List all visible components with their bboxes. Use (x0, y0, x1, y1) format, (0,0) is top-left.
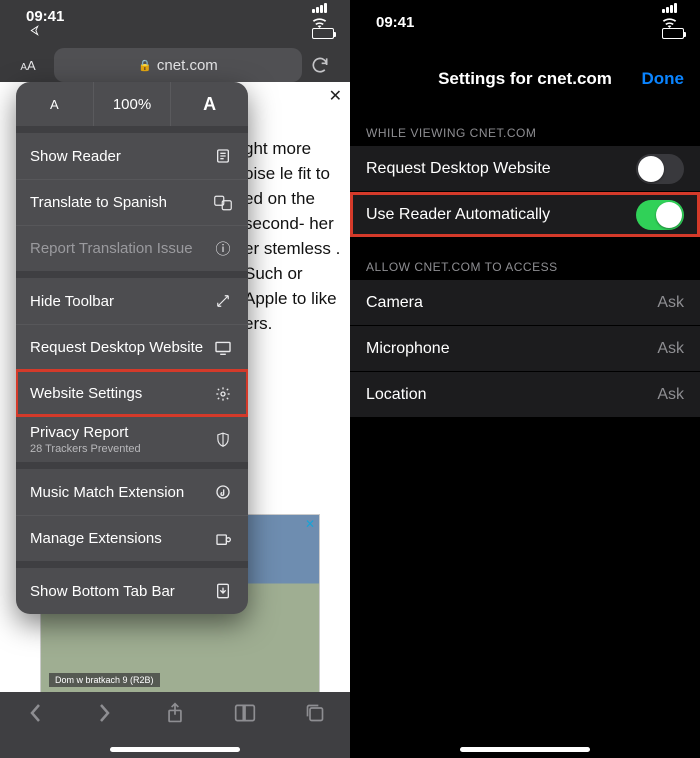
row-request-desktop[interactable]: Request Desktop Website (350, 146, 700, 192)
row-camera[interactable]: Camera Ask (350, 280, 700, 326)
ad-caption: Dom w bratkach 9 (R2B) (49, 673, 160, 687)
desktop-icon (212, 337, 234, 359)
status-bar: 09:41 (350, 0, 700, 44)
menu-request-desktop[interactable]: Request Desktop Website (16, 324, 248, 370)
battery-icon (662, 28, 684, 39)
gear-icon (212, 383, 234, 405)
row-label: Use Reader Automatically (366, 206, 550, 224)
translate-icon (212, 192, 234, 214)
wifi-icon (662, 17, 677, 28)
expand-icon (212, 290, 234, 312)
lock-icon: 🔒 (138, 59, 152, 72)
row-label: Camera (366, 294, 423, 312)
info-icon: ⓘ (212, 238, 234, 260)
settings-title: Settings for cnet.com (438, 69, 612, 89)
cellular-icon (312, 3, 327, 13)
row-use-reader-auto[interactable]: Use Reader Automatically (350, 192, 700, 238)
row-location[interactable]: Location Ask (350, 372, 700, 418)
menu-manage-extensions[interactable]: Manage Extensions (16, 515, 248, 561)
menu-privacy-report[interactable]: Privacy Report 28 Trackers Prevented (16, 416, 248, 462)
home-indicator (110, 747, 240, 752)
privacy-subtext: 28 Trackers Prevented (30, 443, 141, 455)
reader-icon (212, 145, 234, 167)
status-icons (658, 0, 684, 45)
zoom-row: A 100% A (16, 82, 248, 126)
article-text: ght more oise le fit to ed on the second… (244, 136, 346, 336)
close-icon[interactable]: ✕ (329, 86, 342, 106)
url-domain: cnet.com (157, 57, 218, 74)
url-box[interactable]: 🔒 cnet.com (54, 48, 302, 82)
row-microphone[interactable]: Microphone Ask (350, 326, 700, 372)
done-button[interactable]: Done (642, 69, 685, 89)
settings-header: Settings for cnet.com Done (350, 54, 700, 104)
ad-close-icon[interactable]: ✕ (305, 517, 315, 531)
bottom-bar-icon (212, 580, 234, 602)
wifi-icon (312, 17, 327, 28)
shield-icon (212, 429, 234, 451)
menu-translate[interactable]: Translate to Spanish (16, 179, 248, 225)
row-value: Ask (657, 386, 684, 404)
zoom-percent[interactable]: 100% (94, 96, 171, 113)
share-button[interactable] (162, 700, 188, 726)
section-allow-access: ALLOW CNET.COM TO ACCESS (350, 238, 700, 280)
row-label: Location (366, 386, 427, 404)
toggle-use-reader[interactable] (636, 200, 684, 230)
zoom-in-button[interactable]: A (171, 94, 248, 115)
tabs-button[interactable] (302, 700, 328, 726)
music-icon (212, 481, 234, 503)
zoom-out-button[interactable]: A (16, 97, 93, 112)
aa-button[interactable]: AA (10, 58, 46, 73)
row-value: Ask (657, 294, 684, 312)
menu-website-settings[interactable]: Website Settings (16, 370, 248, 416)
battery-icon (312, 28, 334, 39)
cellular-icon (662, 3, 677, 13)
puzzle-icon (212, 528, 234, 550)
status-icons (308, 0, 334, 45)
forward-button[interactable] (92, 700, 118, 726)
row-label: Request Desktop Website (366, 160, 551, 178)
toggle-request-desktop[interactable] (636, 154, 684, 184)
section-while-viewing: WHILE VIEWING CNET.COM (350, 104, 700, 146)
menu-show-reader[interactable]: Show Reader (16, 133, 248, 179)
safari-aa-menu-screenshot: 09:41 AA 🔒 cnet.com ✕ ght more oise le f… (0, 0, 350, 758)
menu-music-match-ext[interactable]: Music Match Extension (16, 469, 248, 515)
menu-bottom-tab-bar[interactable]: Show Bottom Tab Bar (16, 568, 248, 614)
status-time: 09:41 (26, 8, 64, 36)
reload-button[interactable] (310, 55, 340, 75)
menu-report-translation: Report Translation Issue ⓘ (16, 225, 248, 271)
status-time: 09:41 (376, 14, 414, 31)
home-indicator (460, 747, 590, 752)
back-button[interactable] (22, 700, 48, 726)
status-bar: 09:41 (0, 0, 350, 44)
menu-hide-toolbar[interactable]: Hide Toolbar (16, 278, 248, 324)
row-value: Ask (657, 340, 684, 358)
aa-popup-menu: A 100% A Show Reader Translate to Spanis… (16, 82, 248, 614)
row-label: Microphone (366, 340, 450, 358)
bookmarks-button[interactable] (232, 700, 258, 726)
website-settings-screenshot: 09:41 Settings for cnet.com Done WHILE V… (350, 0, 700, 758)
